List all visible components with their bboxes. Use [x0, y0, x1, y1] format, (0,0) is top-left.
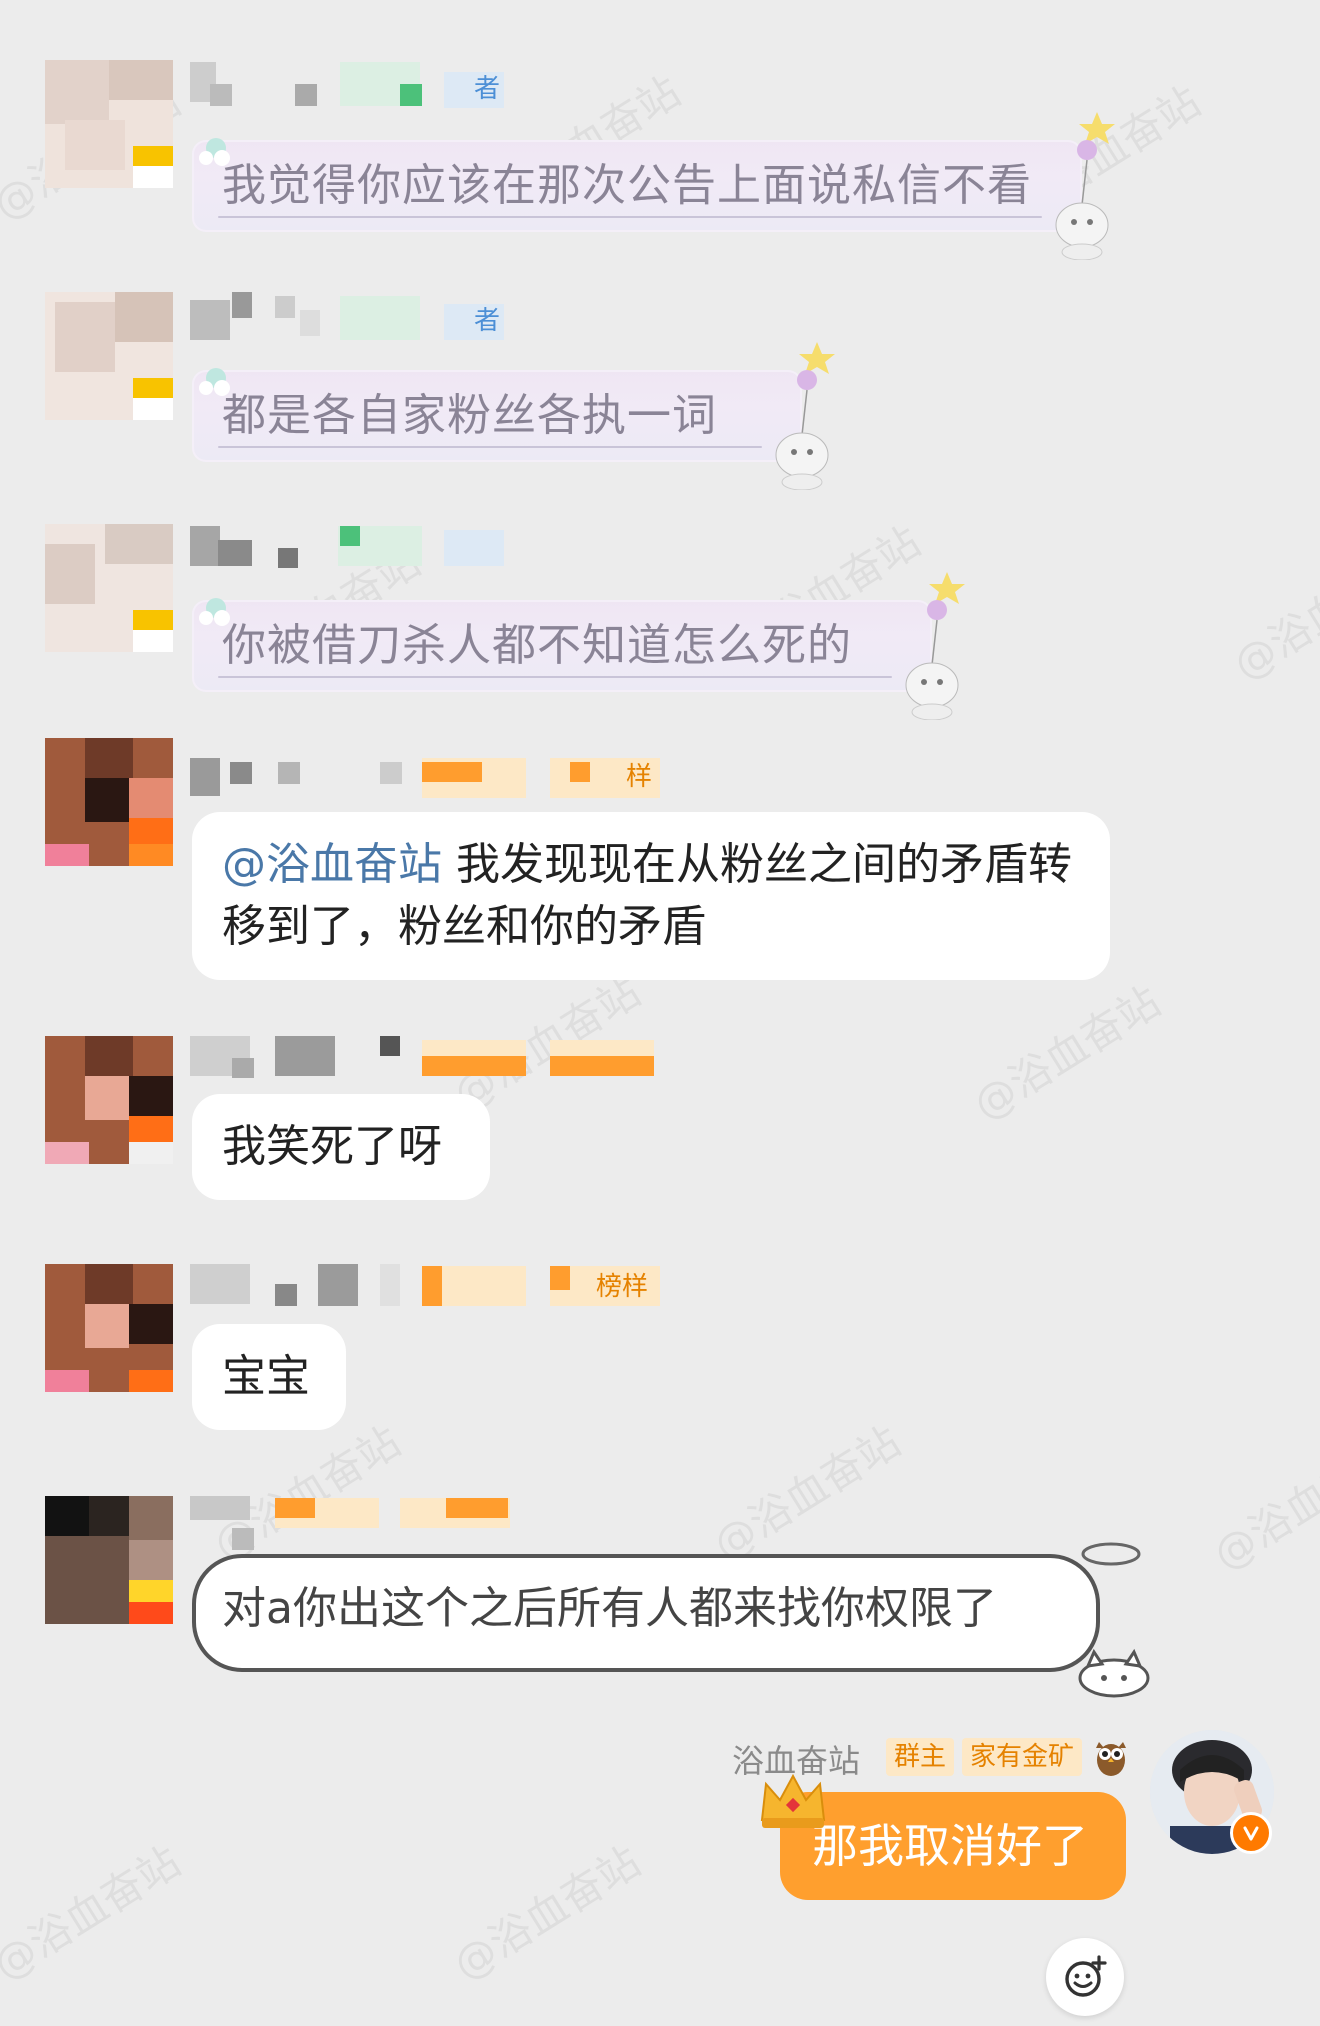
- verified-badge-icon: [1230, 1812, 1272, 1854]
- self-message-bubble[interactable]: 那我取消好了: [780, 1792, 1126, 1900]
- message-bubble[interactable]: 我觉得你应该在那次公告上面说私信不看: [192, 112, 1115, 260]
- avatar[interactable]: [45, 738, 173, 866]
- message-bubble[interactable]: 都是各自家粉丝各执一词: [192, 342, 835, 490]
- avatar[interactable]: [45, 524, 173, 652]
- owner-tag: 群主: [886, 1738, 955, 1776]
- crown-icon: [760, 1773, 826, 1828]
- message-bubble[interactable]: 宝宝: [192, 1324, 346, 1430]
- cat-face-icon: [1078, 1648, 1150, 1698]
- watermark: @浴血奋站: [704, 1416, 909, 1570]
- message-text: 你被借刀杀人都不知道怎么死的: [222, 620, 852, 671]
- message-bubble[interactable]: 你被借刀杀人都不知道怎么死的: [192, 572, 965, 720]
- message-bubble[interactable]: @浴血奋站 我发现现在从粉丝之间的矛盾转移到了，粉丝和你的矛盾: [192, 812, 1110, 980]
- avatar[interactable]: [45, 1496, 173, 1624]
- watermark: @浴血奋站: [964, 976, 1169, 1130]
- watermark: @浴血奋站: [444, 1836, 649, 1990]
- message-text: 我笑死了呀: [222, 1121, 442, 1172]
- chat-screen: @浴血奋站 @浴血奋站 @浴血奋站 @浴血奋站 @浴血奋站 @浴血奋站 @浴血奋…: [0, 0, 1320, 2026]
- watermark: @浴血奋站: [0, 1836, 189, 1990]
- cat-balloon-icon: [905, 572, 965, 720]
- message-text: 我觉得你应该在那次公告上面说私信不看: [222, 160, 1032, 211]
- emoji-add-icon: [1065, 1955, 1107, 1997]
- mention-link[interactable]: @浴血奋站: [222, 839, 442, 890]
- avatar[interactable]: [45, 1264, 173, 1392]
- title-tag: 家有金矿: [962, 1738, 1083, 1776]
- cat-balloon-icon: [775, 342, 835, 490]
- decor-line: [218, 676, 892, 678]
- avatar[interactable]: [45, 60, 173, 188]
- self-message-text: 那我取消好了: [812, 1819, 1088, 1873]
- message-text: 都是各自家粉丝各执一词: [222, 390, 717, 441]
- cat-balloon-icon: [1055, 112, 1115, 260]
- member-badge: 者: [474, 306, 501, 336]
- avatar[interactable]: [45, 292, 173, 420]
- emoji-reaction-button[interactable]: [1046, 1938, 1124, 2016]
- avatar[interactable]: [45, 1036, 173, 1164]
- member-badge: 者: [474, 74, 501, 104]
- halo-icon: [1081, 1542, 1141, 1566]
- watermark: @浴血奋站: [1224, 536, 1320, 690]
- decor-line: [218, 446, 762, 448]
- member-badge: 样: [626, 762, 653, 792]
- member-badge: 榜样: [596, 1272, 649, 1302]
- owl-icon: [1096, 1742, 1126, 1776]
- message-text: 宝宝: [222, 1351, 310, 1402]
- message-bubble[interactable]: 对a你出这个之后所有人都来找你权限了: [192, 1542, 1150, 1698]
- message-bubble[interactable]: 我笑死了呀: [192, 1094, 490, 1200]
- watermark: @浴血奋站: [1204, 1426, 1320, 1580]
- decor-line: [218, 216, 1042, 218]
- message-text: 对a你出这个之后所有人都来找你权限了: [222, 1583, 997, 1634]
